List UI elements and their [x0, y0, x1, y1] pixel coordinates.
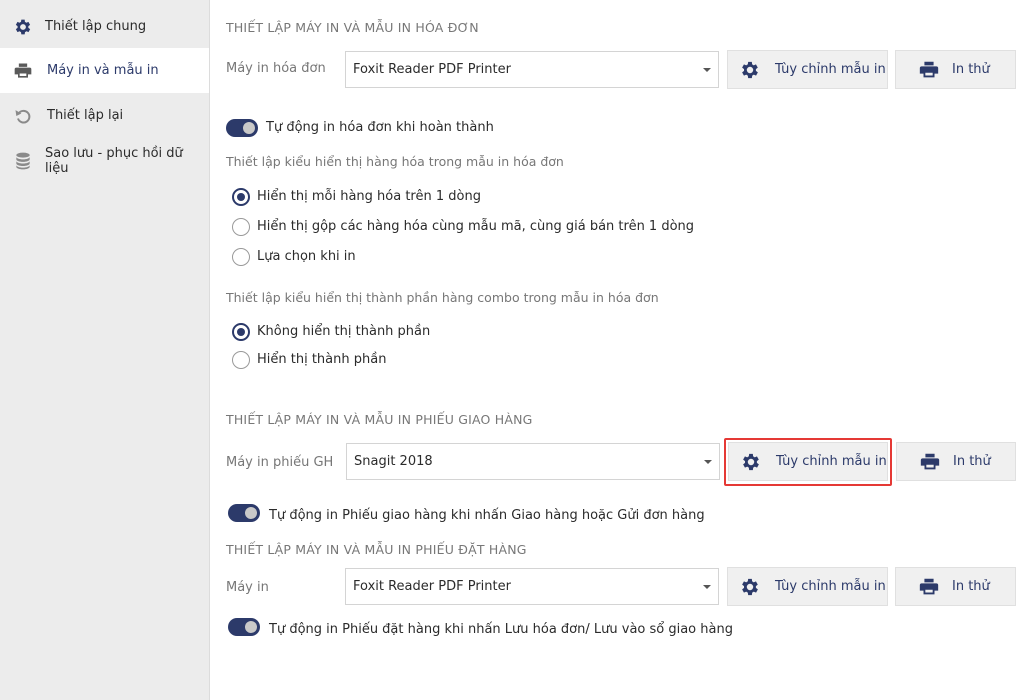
invoice-auto-print-toggle[interactable]: [226, 119, 258, 137]
sidebar-item-general-settings[interactable]: Thiết lập chung: [0, 4, 209, 49]
combo-radio-hide-components[interactable]: [232, 323, 250, 341]
invoice-test-print-button[interactable]: In thử: [895, 50, 1016, 89]
printer-icon: [918, 59, 940, 81]
invoice-customize-template-button[interactable]: Tùy chỉnh mẫu in: [727, 50, 888, 89]
gear-icon: [739, 59, 761, 81]
button-label: Tùy chỉnh mẫu in: [776, 454, 887, 469]
invoice-display-radio-choose[interactable]: [232, 248, 250, 266]
order-auto-print-label: Tự động in Phiếu đặt hàng khi nhấn Lưu h…: [269, 622, 733, 637]
invoice-printer-value: Foxit Reader PDF Printer: [353, 62, 511, 77]
radio-label: Hiển thị gộp các hàng hóa cùng mẫu mã, c…: [257, 219, 695, 234]
gear-icon: [740, 451, 762, 473]
sidebar-item-backup-restore[interactable]: Sao lưu - phục hồi dữ liệu: [0, 138, 209, 183]
sidebar: Thiết lập chung Máy in và mẫu in Thiết l…: [0, 0, 209, 700]
printer-icon: [13, 61, 33, 81]
delivery-auto-print-toggle[interactable]: [228, 504, 260, 522]
button-label: Tùy chỉnh mẫu in: [775, 579, 886, 594]
delivery-customize-template-button[interactable]: Tùy chỉnh mẫu in: [728, 442, 888, 481]
toggle-knob: [245, 507, 257, 519]
invoice-printer-label: Máy in hóa đơn: [226, 61, 326, 76]
chevron-down-icon: [703, 585, 711, 589]
invoice-display-radio-grouped[interactable]: [232, 218, 250, 236]
chevron-down-icon: [703, 68, 711, 72]
invoice-display-radio-per-line[interactable]: [232, 188, 250, 206]
combo-radio-show-components[interactable]: [232, 351, 250, 369]
order-test-print-button[interactable]: In thử: [895, 567, 1016, 606]
toggle-knob: [245, 621, 257, 633]
invoice-combo-heading: Thiết lập kiểu hiển thị thành phần hàng …: [226, 290, 659, 305]
order-printer-value: Foxit Reader PDF Printer: [353, 579, 511, 594]
sidebar-item-label: Thiết lập lại: [47, 108, 124, 123]
sidebar-item-reset[interactable]: Thiết lập lại: [0, 93, 209, 138]
printer-icon: [918, 576, 940, 598]
radio-label: Lựa chọn khi in: [257, 249, 356, 264]
sidebar-item-label: Sao lưu - phục hồi dữ liệu: [45, 145, 183, 176]
delivery-printer-value: Snagit 2018: [354, 454, 433, 469]
gear-icon: [13, 17, 33, 37]
sidebar-item-label: Máy in và mẫu in: [47, 63, 159, 78]
radio-label: Hiển thị thành phần: [257, 352, 387, 367]
delivery-auto-print-label: Tự động in Phiếu giao hàng khi nhấn Giao…: [269, 508, 705, 523]
sidebar-item-label: Thiết lập chung: [45, 19, 147, 34]
radio-label: Không hiển thị thành phần: [257, 324, 431, 339]
button-label: Tùy chỉnh mẫu in: [775, 62, 886, 77]
reset-icon: [13, 106, 33, 126]
button-label: In thử: [952, 62, 990, 77]
invoice-printer-select[interactable]: Foxit Reader PDF Printer: [345, 51, 719, 88]
toggle-knob: [243, 122, 255, 134]
delivery-printer-label: Máy in phiếu GH: [226, 455, 334, 470]
invoice-section-title: THIẾT LẬP MÁY IN VÀ MẪU IN HÓA ĐƠN: [226, 20, 479, 35]
order-auto-print-toggle[interactable]: [228, 618, 260, 636]
main-panel: THIẾT LẬP MÁY IN VÀ MẪU IN HÓA ĐƠN Máy i…: [209, 0, 1026, 700]
chevron-down-icon: [704, 460, 712, 464]
button-label: In thử: [952, 579, 990, 594]
order-customize-template-button[interactable]: Tùy chỉnh mẫu in: [727, 567, 888, 606]
order-section-title: THIẾT LẬP MÁY IN VÀ MẪU IN PHIẾU ĐẶT HÀN…: [226, 542, 527, 557]
delivery-section-title: THIẾT LẬP MÁY IN VÀ MẪU IN PHIẾU GIAO HÀ…: [226, 412, 533, 427]
printer-icon: [919, 451, 941, 473]
invoice-display-heading: Thiết lập kiểu hiển thị hàng hóa trong m…: [226, 154, 564, 169]
sidebar-item-printers[interactable]: Máy in và mẫu in: [0, 48, 209, 93]
invoice-auto-print-label: Tự động in hóa đơn khi hoàn thành: [266, 120, 494, 135]
delivery-test-print-button[interactable]: In thử: [896, 442, 1016, 481]
order-printer-select[interactable]: Foxit Reader PDF Printer: [345, 568, 719, 605]
button-label: In thử: [953, 454, 991, 469]
order-printer-label: Máy in: [226, 580, 269, 595]
radio-label: Hiển thị mỗi hàng hóa trên 1 dòng: [257, 189, 481, 204]
delivery-printer-select[interactable]: Snagit 2018: [346, 443, 720, 480]
gear-icon: [739, 576, 761, 598]
database-icon: [13, 151, 33, 171]
